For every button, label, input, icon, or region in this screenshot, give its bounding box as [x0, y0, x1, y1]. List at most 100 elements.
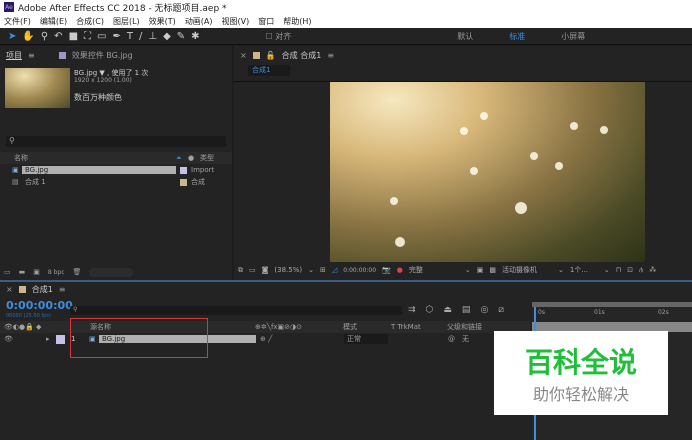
snap-label: 对齐: [275, 31, 292, 41]
selection-tool-icon[interactable]: ➤: [8, 31, 16, 42]
fast-previews-icon[interactable]: ⫛: [639, 266, 643, 275]
work-area-bar[interactable]: [532, 302, 692, 307]
pan-behind-tool-icon[interactable]: ⛶: [84, 31, 91, 42]
trash-icon[interactable]: 🗑: [73, 268, 82, 276]
clone-tool-icon[interactable]: ⊥: [148, 31, 157, 42]
panel-menu-icon[interactable]: ≡: [59, 285, 66, 294]
pen-tool-icon[interactable]: ✒: [112, 31, 120, 42]
menu-help[interactable]: 帮助(H): [283, 16, 311, 27]
thumbnail-slider[interactable]: [89, 267, 134, 277]
rotate-tool-icon[interactable]: ↶: [54, 31, 62, 42]
new-composition-icon[interactable]: ▣: [33, 268, 40, 276]
menu-composition[interactable]: 合成(C): [76, 16, 104, 27]
motion-blur-icon[interactable]: ◎: [480, 305, 488, 315]
roto-tool-icon[interactable]: ✎: [177, 31, 185, 42]
workspace-small-screen[interactable]: 小屏幕: [561, 31, 585, 42]
project-panel: 项目 ≡ 效果控件 BG.jpg BG.jpg ▼ , 使用了 1 次 1920 …: [0, 46, 232, 280]
timeline-header: × 合成1 ≡: [0, 282, 692, 296]
chevron-down-icon[interactable]: ⌄: [308, 266, 314, 274]
region-of-interest-icon[interactable]: ▣: [477, 266, 484, 274]
lock-icon[interactable]: 🔓: [266, 51, 276, 60]
mask-visibility-icon[interactable]: ◿: [332, 266, 337, 274]
comp-mini-flowchart-icon[interactable]: ⇉: [408, 305, 416, 315]
menu-file[interactable]: 文件(F): [4, 16, 31, 27]
timeline-timecode[interactable]: 0:00:00:00: [6, 299, 73, 312]
project-search-input[interactable]: ⚲: [6, 136, 226, 147]
current-time[interactable]: 0:00:00:00: [343, 267, 376, 274]
watermark-title: 百科全说: [524, 346, 637, 379]
menu-window[interactable]: 窗口: [258, 16, 274, 27]
project-item-row[interactable]: ▤ 合成 1 合成: [0, 176, 232, 188]
title-bar: Ae Adobe After Effects CC 2018 - 无标题项目.a…: [0, 0, 692, 14]
close-icon[interactable]: ×: [6, 285, 13, 294]
rectangle-tool-icon[interactable]: ▭: [97, 31, 106, 42]
resolution-select[interactable]: 完整: [409, 265, 459, 275]
close-icon[interactable]: ×: [240, 51, 247, 60]
flowchart-icon[interactable]: ⊓: [616, 266, 621, 274]
menu-animation[interactable]: 动画(A): [185, 16, 213, 27]
panel-menu-icon[interactable]: ≡: [28, 51, 35, 60]
snapshot-icon[interactable]: 📷: [382, 266, 391, 274]
pick-whip-icon[interactable]: @: [448, 335, 462, 343]
brush-tool-icon[interactable]: /: [139, 31, 142, 42]
zoom-tool-icon[interactable]: ⚲: [41, 31, 48, 42]
monitor-icon[interactable]: ▭: [249, 266, 256, 274]
frame-blending-icon[interactable]: ▤: [462, 305, 471, 315]
color-channels-icon[interactable]: ●: [397, 266, 403, 274]
visibility-icon[interactable]: 👁: [0, 335, 46, 343]
mode-select[interactable]: 正常: [344, 334, 388, 344]
comp-breadcrumb[interactable]: 合成1: [248, 65, 290, 76]
graph-editor-icon[interactable]: ⧄: [498, 305, 504, 315]
composition-viewer-image[interactable]: [330, 82, 645, 262]
label-color: [180, 166, 187, 174]
hand-tool-icon[interactable]: ✋: [22, 31, 34, 42]
new-folder-icon[interactable]: ▬: [19, 268, 26, 276]
menu-effect[interactable]: 效果(T): [149, 16, 176, 27]
project-item-row[interactable]: ▣ BG.jpg Import: [0, 164, 232, 176]
col-name[interactable]: 名称: [14, 153, 176, 163]
chevron-down-icon[interactable]: ⌄: [558, 266, 564, 274]
bit-depth-button[interactable]: 8 bpc: [48, 269, 65, 276]
network-icon[interactable]: ⁂: [649, 266, 656, 274]
camera-tool-icon[interactable]: ■: [69, 31, 78, 42]
timeline-search-input[interactable]: ⚲: [70, 306, 402, 315]
workspace-standard[interactable]: 标准: [509, 31, 525, 42]
shy-layers-icon[interactable]: ⏏: [443, 305, 452, 315]
tab-project[interactable]: 项目: [6, 50, 22, 61]
parent-select[interactable]: 无: [462, 334, 469, 344]
text-tool-icon[interactable]: T: [127, 31, 133, 42]
reset-exposure-icon[interactable]: ⊡: [627, 266, 633, 274]
layer-switches-icons: ⊕✲╲fx▣⊘◑⊙: [255, 323, 303, 331]
snap-checkbox[interactable]: ☐ 对齐: [266, 31, 292, 42]
grid-icon[interactable]: ⊞: [320, 266, 326, 274]
layer-label-color[interactable]: [56, 334, 65, 344]
expand-arrow-icon[interactable]: ▸: [46, 335, 56, 343]
vr-icon[interactable]: ◙: [262, 266, 269, 274]
tab-timeline-comp[interactable]: 合成1: [32, 284, 53, 295]
views-select[interactable]: 1个...: [570, 265, 598, 275]
transparency-grid-icon[interactable]: ▩: [489, 266, 496, 274]
col-mode[interactable]: 模式: [343, 322, 391, 332]
layer-switches[interactable]: ⊕ ╱: [256, 335, 344, 343]
camera-select[interactable]: 活动摄像机: [502, 265, 552, 275]
col-type[interactable]: 类型: [200, 153, 214, 163]
always-preview-icon[interactable]: ⧉: [238, 266, 243, 275]
magnification-select[interactable]: (38.5%): [274, 266, 302, 274]
chevron-down-icon[interactable]: ⌄: [604, 266, 610, 274]
puppet-tool-icon[interactable]: ✱: [191, 31, 199, 42]
interpret-footage-icon[interactable]: ▭: [4, 268, 11, 276]
tab-effect-controls[interactable]: 效果控件 BG.jpg: [72, 50, 133, 61]
menu-edit[interactable]: 编辑(E): [40, 16, 67, 27]
panel-menu-icon[interactable]: ≡: [327, 51, 334, 60]
menu-layer[interactable]: 图层(L): [113, 16, 140, 27]
col-parent[interactable]: 父级和链接: [447, 322, 482, 332]
menu-view[interactable]: 视图(V): [222, 16, 250, 27]
eraser-tool-icon[interactable]: ◆: [163, 31, 171, 42]
tab-composition[interactable]: 合成 合成1: [282, 50, 322, 61]
draft-3d-icon[interactable]: ⬡: [426, 305, 434, 315]
sort-icon[interactable]: ⏶: [176, 154, 188, 163]
workspace-default[interactable]: 默认: [457, 31, 473, 42]
project-thumbnail: [5, 68, 70, 108]
col-trkmat[interactable]: T TrkMat: [391, 323, 447, 331]
chevron-down-icon[interactable]: ⌄: [465, 266, 471, 274]
